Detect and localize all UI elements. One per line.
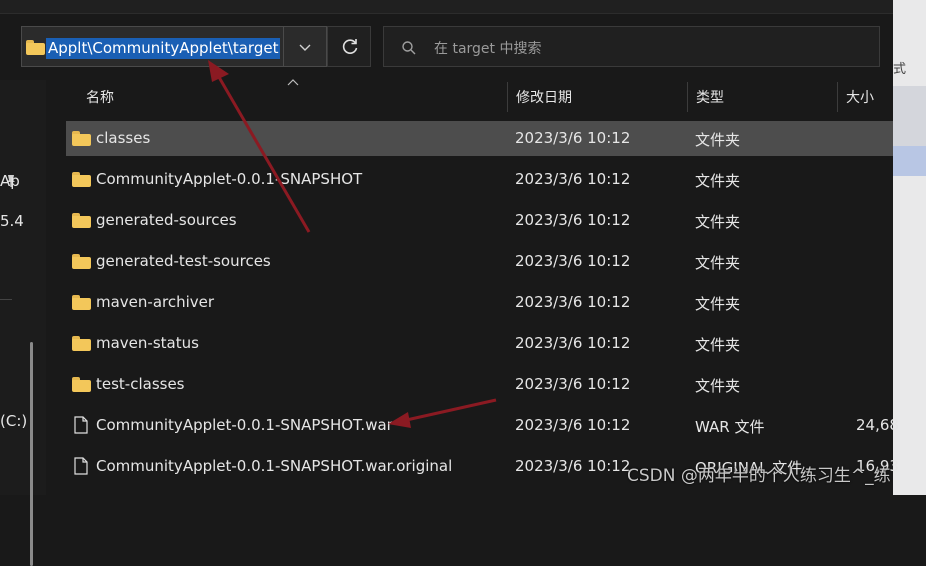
nav-divider — [0, 299, 12, 300]
search-placeholder: 在 target 中搜索 — [434, 41, 542, 57]
folder-icon — [72, 377, 91, 392]
refresh-button[interactable] — [327, 26, 371, 67]
column-divider[interactable] — [687, 82, 688, 112]
file-name: CommunityApplet-0.0.1-SNAPSHOT.war — [96, 416, 393, 434]
folder-icon — [72, 172, 91, 187]
chevron-down-icon — [299, 44, 311, 51]
column-header-date[interactable]: 修改日期 — [516, 84, 572, 112]
search-icon — [402, 41, 416, 55]
file-row[interactable]: maven-status 2023/3/6 10:12 文件夹 — [66, 326, 893, 361]
watermark: CSDN @两年半的个人练习生^_练 — [627, 466, 891, 486]
folder-icon — [72, 295, 91, 310]
folder-icon — [72, 336, 91, 351]
file-type: 文件夹 — [695, 377, 741, 395]
search-box[interactable]: 在 target 中搜索 — [383, 26, 880, 67]
file-icon — [74, 457, 88, 475]
file-name: test-classes — [96, 375, 185, 393]
nav-item-drive-c[interactable]: (C:) — [0, 412, 27, 430]
file-name: maven-status — [96, 334, 199, 352]
address-path-text[interactable]: Applt\CommunityApplet\target — [46, 38, 281, 59]
file-type: 文件夹 — [695, 131, 741, 149]
file-name: CommunityApplet-0.0.1-SNAPSHOT — [96, 170, 363, 188]
file-row[interactable]: generated-test-sources 2023/3/6 10:12 文件… — [66, 244, 893, 279]
sort-ascending-icon — [287, 79, 299, 86]
file-type: WAR 文件 — [695, 418, 765, 436]
file-row[interactable]: CommunityApplet-0.0.1-SNAPSHOT.war 2023/… — [66, 408, 899, 443]
folder-icon — [72, 254, 91, 269]
folder-icon — [72, 131, 91, 146]
file-name: maven-archiver — [96, 293, 215, 311]
file-row[interactable]: maven-archiver 2023/3/6 10:12 文件夹 — [66, 285, 893, 320]
file-name: classes — [96, 129, 151, 147]
file-date: 2023/3/6 10:12 — [515, 170, 631, 188]
file-row[interactable]: classes 2023/3/6 10:12 文件夹 — [66, 121, 893, 156]
file-type: 文件夹 — [695, 295, 741, 313]
refresh-icon — [342, 39, 358, 54]
column-header-type[interactable]: 类型 — [696, 84, 724, 112]
nav-item-version[interactable]: 5.4 — [0, 212, 24, 230]
file-row[interactable]: generated-sources 2023/3/6 10:12 文件夹 — [66, 203, 893, 238]
nav-scrollbar[interactable] — [30, 342, 33, 566]
navigation-pane: Ap 5.4 (C:) — [0, 80, 46, 566]
file-date: 2023/3/6 10:12 — [515, 211, 631, 229]
folder-icon — [26, 40, 45, 55]
file-name: CommunityApplet-0.0.1-SNAPSHOT.war.origi… — [96, 457, 453, 475]
address-history-dropdown-button[interactable] — [283, 26, 327, 67]
file-icon — [74, 416, 88, 434]
file-row[interactable]: test-classes 2023/3/6 10:12 文件夹 — [66, 367, 893, 402]
column-divider[interactable] — [507, 82, 508, 112]
file-date: 2023/3/6 10:12 — [515, 457, 631, 475]
file-date: 2023/3/6 10:12 — [515, 375, 631, 393]
file-name: generated-test-sources — [96, 252, 271, 270]
file-name: generated-sources — [96, 211, 237, 229]
background-window-text: 式 — [893, 62, 907, 77]
file-date: 2023/3/6 10:12 — [515, 129, 631, 147]
file-date: 2023/3/6 10:12 — [515, 334, 631, 352]
file-type: 文件夹 — [695, 254, 741, 272]
file-type: 文件夹 — [695, 213, 741, 231]
file-date: 2023/3/6 10:12 — [515, 293, 631, 311]
window-title-strip — [0, 0, 893, 14]
column-header-size[interactable]: 大小 — [846, 84, 874, 112]
file-row[interactable]: CommunityApplet-0.0.1-SNAPSHOT 2023/3/6 … — [66, 162, 893, 197]
column-header-name[interactable]: 名称 — [86, 84, 114, 112]
file-date: 2023/3/6 10:12 — [515, 252, 631, 270]
file-size: 24,68 — [856, 416, 899, 434]
nav-item-ap[interactable]: Ap — [0, 172, 20, 190]
file-type: 文件夹 — [695, 172, 741, 190]
column-divider[interactable] — [837, 82, 838, 112]
file-date: 2023/3/6 10:12 — [515, 416, 631, 434]
folder-icon — [72, 213, 91, 228]
file-type: 文件夹 — [695, 336, 741, 354]
